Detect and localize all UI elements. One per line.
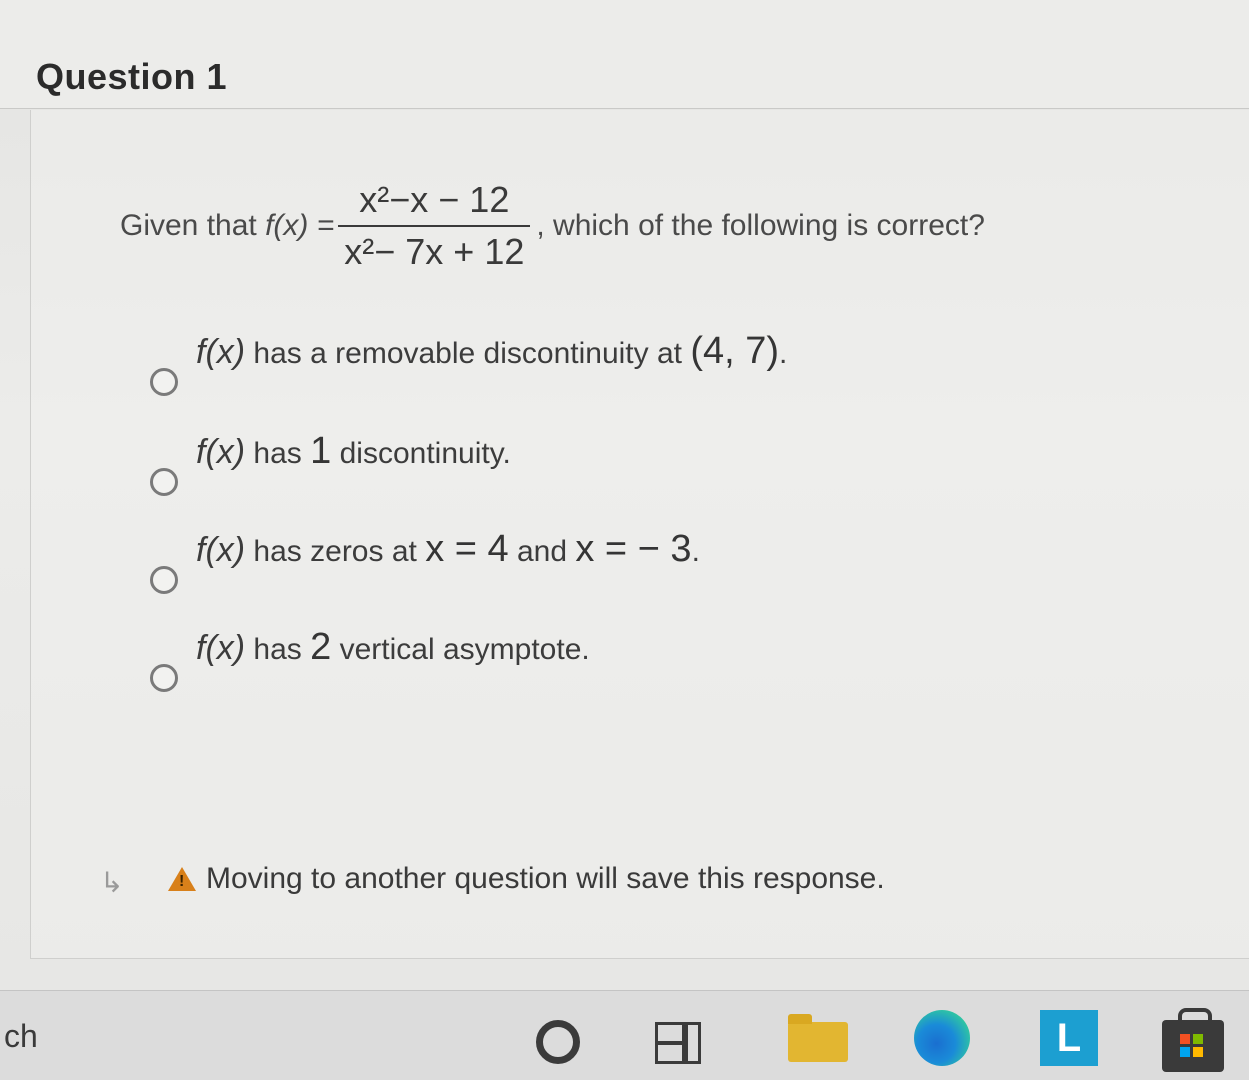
- option-emph: x = 4: [425, 528, 509, 570]
- option-emph: 1: [310, 430, 332, 472]
- option-tail: vertical asymptote.: [331, 633, 590, 666]
- option-label: f(x) has zeros at x = 4 and x = − 3.: [196, 528, 700, 571]
- option-text: has zeros at: [245, 535, 426, 568]
- answer-option-1[interactable]: f(x) has a removable discontinuity at (4…: [150, 330, 1050, 410]
- radio-button[interactable]: [150, 664, 178, 692]
- save-notice: ↳ Moving to another question will save t…: [100, 862, 885, 898]
- stem-suffix: , which of the following is correct?: [536, 209, 985, 242]
- answer-option-3[interactable]: f(x) has zeros at x = 4 and x = − 3.: [150, 528, 1050, 608]
- option-label: f(x) has 1 discontinuity.: [196, 430, 511, 473]
- option-text: has: [245, 437, 311, 470]
- option-mid: and: [508, 535, 576, 568]
- answer-option-2[interactable]: f(x) has 1 discontinuity.: [150, 430, 1050, 510]
- task-view-icon[interactable]: [655, 1018, 703, 1064]
- option-emph: 2: [310, 626, 332, 668]
- question-title: Question 1: [36, 56, 228, 97]
- option-fx: f(x): [196, 629, 246, 667]
- stem-fraction: x²−x − 12 x²− 7x + 12: [338, 179, 531, 273]
- arrow-icon: ↳: [100, 867, 124, 898]
- option-label: f(x) has a removable discontinuity at (4…: [196, 330, 787, 373]
- option-fx: f(x): [196, 333, 246, 371]
- screen: Question 1 Given that f(x) = x²−x − 12 x…: [0, 0, 1249, 1080]
- fraction-numerator: x²−x − 12: [359, 179, 510, 220]
- stem-prefix: Given that: [120, 209, 257, 242]
- cortana-circle-icon[interactable]: [536, 1020, 580, 1064]
- l-app-icon[interactable]: L: [1040, 1010, 1098, 1066]
- option-emph: (4, 7): [690, 330, 780, 372]
- radio-button[interactable]: [150, 468, 178, 496]
- fraction-denominator: x²− 7x + 12: [344, 231, 525, 272]
- edge-icon[interactable]: [914, 1010, 970, 1066]
- fraction-bar: [338, 225, 531, 227]
- radio-button[interactable]: [150, 566, 178, 594]
- stem-function: f(x) =: [265, 209, 335, 242]
- option-emph-2: x = − 3: [575, 528, 692, 570]
- option-fx: f(x): [196, 433, 246, 471]
- task-view-pane-icon: [655, 1042, 685, 1064]
- radio-button[interactable]: [150, 368, 178, 396]
- option-tail: discontinuity.: [331, 437, 511, 470]
- answer-option-4[interactable]: f(x) has 2 vertical asymptote.: [150, 626, 1050, 706]
- task-view-pane-icon: [655, 1022, 685, 1044]
- question-stem: Given that f(x) = x²−x − 12 x²− 7x + 12 …: [120, 166, 985, 286]
- store-logo-square: [1180, 1047, 1190, 1057]
- taskbar-search-text[interactable]: ch: [4, 1018, 38, 1055]
- option-tail: .: [691, 535, 700, 568]
- store-logo-square: [1193, 1034, 1203, 1044]
- option-label: f(x) has 2 vertical asymptote.: [196, 626, 590, 669]
- option-text: has: [245, 633, 311, 666]
- store-logo-square: [1180, 1034, 1190, 1044]
- file-explorer-icon[interactable]: [788, 1014, 848, 1062]
- option-text: has a removable discontinuity at: [245, 337, 691, 370]
- option-fx: f(x): [196, 531, 246, 569]
- option-tail: .: [779, 337, 788, 370]
- store-logo-square: [1193, 1047, 1203, 1057]
- task-view-pane-icon: [685, 1022, 701, 1064]
- warning-icon: [168, 867, 196, 891]
- notice-text: Moving to another question will save thi…: [206, 862, 885, 895]
- store-icon[interactable]: [1162, 1008, 1224, 1072]
